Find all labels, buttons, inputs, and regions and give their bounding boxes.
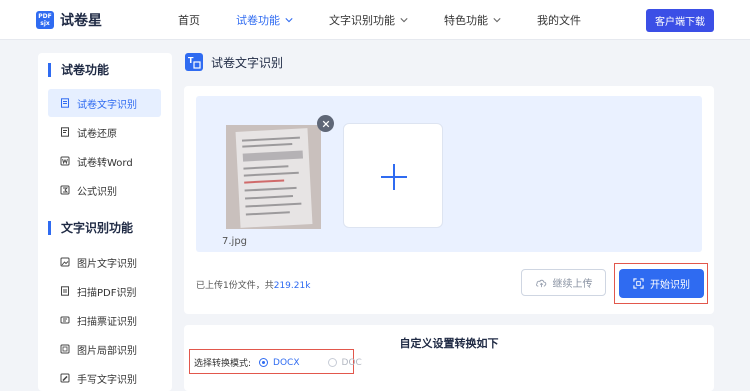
nav-item-exam-features[interactable]: 试卷功能 [236, 12, 293, 28]
radio-selected-icon[interactable] [259, 358, 269, 367]
upload-card: 7.jpg 已上传1份文件，共219.21k 继续上传 开始识别 [184, 86, 714, 314]
doc-scan-icon [61, 98, 69, 108]
uploaded-file-name: 7.jpg [222, 236, 248, 247]
plus-icon [381, 164, 407, 190]
settings-card: 自定义设置转换如下 选择转换模式: DOCX DOC [184, 325, 714, 391]
sidebar-item-pdf-ocr[interactable]: 扫描PDF识别 [48, 277, 161, 305]
pdf-icon [61, 286, 69, 296]
mode-option-doc[interactable]: DOC [327, 357, 362, 368]
sidebar-item-handwriting-ocr[interactable]: 手写文字识别 [48, 364, 161, 391]
scan-icon [633, 278, 644, 289]
sidebar: 试卷功能 试卷文字识别 试卷还原 试卷转Word 公式识别 文字识别功能 图片文… [38, 53, 172, 391]
sidebar-item-label: 试卷文字识别 [77, 99, 137, 111]
nav-item-ocr-features[interactable]: 文字识别功能 [329, 12, 408, 28]
exam-paper-preview [235, 128, 313, 228]
text-recognition-icon: T [185, 53, 203, 71]
page-title: 试卷文字识别 [211, 55, 284, 70]
conversion-mode-label: 选择转换模式: [194, 359, 252, 369]
sidebar-item-label: 手写文字识别 [77, 374, 137, 386]
upload-summary-text: 已上传1份文件，共 [196, 281, 274, 291]
mode-option-docx[interactable]: DOCX [259, 357, 300, 368]
crop-icon [60, 344, 70, 354]
image-icon [60, 257, 70, 267]
chevron-down-icon [493, 18, 501, 23]
close-icon [322, 120, 329, 127]
sidebar-item-label: 图片文字识别 [77, 258, 137, 270]
top-header: PDF sjx 试卷星 首页 试卷功能 文字识别功能 特色功能 我的文件 客户端… [0, 0, 750, 40]
start-recognition-button[interactable]: 开始识别 [619, 269, 704, 298]
mode-option-label: DOCX [273, 357, 300, 368]
upload-total-size: 219.21k [273, 281, 311, 291]
sidebar-item-image-ocr[interactable]: 图片文字识别 [48, 248, 161, 276]
svg-text:T: T [188, 56, 194, 65]
continue-upload-button[interactable]: 继续上传 [521, 269, 606, 296]
handwriting-icon [60, 373, 70, 383]
formula-icon [60, 185, 70, 195]
page-title-row: T 试卷文字识别 [185, 53, 283, 71]
logo-mark-top: PDF [38, 13, 52, 20]
nav-label: 试卷功能 [236, 14, 280, 27]
nav-label: 我的文件 [537, 14, 581, 27]
add-file-button[interactable] [343, 123, 443, 228]
sidebar-item-label: 公式识别 [77, 186, 117, 198]
start-recognition-label: 开始识别 [650, 280, 690, 291]
sidebar-section-title-ocr: 文字识别功能 [48, 221, 133, 235]
sidebar-item-ticket-ocr[interactable]: 扫描票证识别 [48, 306, 161, 334]
chevron-down-icon [400, 18, 408, 23]
word-icon [60, 156, 70, 166]
sidebar-item-exam-restore[interactable]: 试卷还原 [48, 118, 161, 146]
upload-summary: 已上传1份文件，共219.21k [196, 278, 310, 291]
sidebar-item-formula-ocr[interactable]: 公式识别 [48, 176, 161, 204]
sidebar-item-label: 图片局部识别 [77, 345, 137, 357]
chevron-down-icon [285, 18, 293, 23]
conversion-mode-row: 选择转换模式: DOCX DOC [194, 356, 362, 370]
continue-upload-label: 继续上传 [552, 279, 593, 290]
mode-option-label: DOC [341, 357, 362, 368]
nav-item-special-features[interactable]: 特色功能 [444, 12, 501, 28]
sidebar-item-exam-to-word[interactable]: 试卷转Word [48, 147, 161, 175]
nav-item-home[interactable]: 首页 [178, 12, 200, 28]
nav-label: 文字识别功能 [329, 14, 395, 27]
upload-drop-zone[interactable]: 7.jpg [196, 96, 702, 252]
ticket-icon [60, 316, 70, 324]
sidebar-item-exam-ocr[interactable]: 试卷文字识别 [48, 89, 161, 117]
sidebar-section-title-exam: 试卷功能 [48, 63, 109, 77]
client-download-button[interactable]: 客户端下载 [646, 9, 714, 32]
logo-mark-icon: PDF sjx [36, 11, 54, 29]
sidebar-item-label: 扫描PDF识别 [77, 287, 137, 299]
nav-label: 首页 [178, 14, 200, 27]
nav-item-my-files[interactable]: 我的文件 [537, 12, 581, 28]
logo-mark-bottom: sjx [40, 20, 50, 27]
remove-file-button[interactable] [317, 115, 334, 132]
nav-label: 特色功能 [444, 14, 488, 27]
main-nav: 首页 试卷功能 文字识别功能 特色功能 我的文件 [178, 0, 617, 40]
app-name: 试卷星 [60, 13, 102, 29]
cloud-upload-icon [535, 279, 546, 288]
uploaded-image-thumbnail[interactable] [226, 125, 321, 229]
sidebar-item-partial-ocr[interactable]: 图片局部识别 [48, 335, 161, 363]
sidebar-item-label: 试卷还原 [77, 128, 117, 140]
sidebar-item-label: 扫描票证识别 [77, 316, 137, 328]
doc-restore-icon [61, 127, 69, 137]
radio-unselected-icon[interactable] [327, 358, 337, 367]
logo[interactable]: PDF sjx 试卷星 [36, 10, 102, 30]
sidebar-item-label: 试卷转Word [77, 157, 133, 169]
